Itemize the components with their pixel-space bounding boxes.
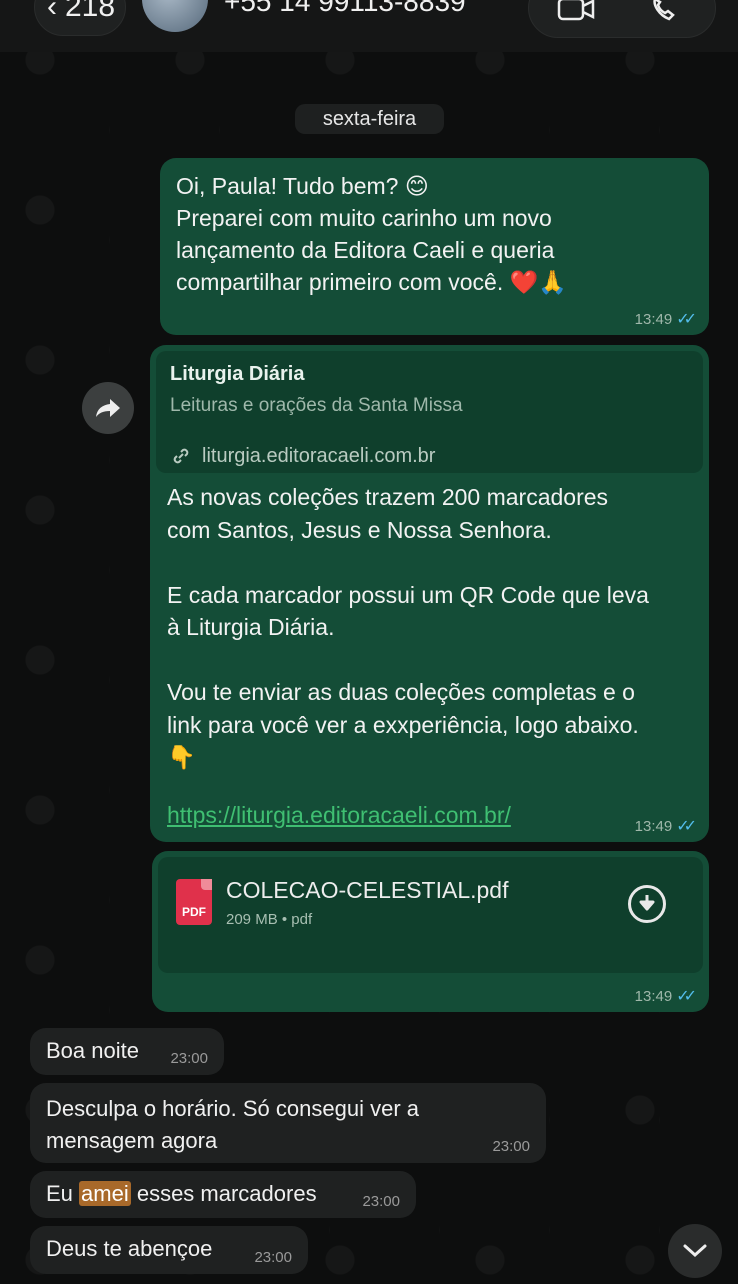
outgoing-message[interactable]: Oi, Paula! Tudo bem? 😊 Preparei com muit… xyxy=(160,158,709,335)
video-call-icon[interactable] xyxy=(557,0,597,25)
message-text-line xyxy=(167,546,697,579)
message-time: 13:49 xyxy=(634,817,673,835)
document-name: COLECAO-CELESTIAL.pdf xyxy=(226,877,509,903)
outgoing-message[interactable]: Liturgia Diária Leituras e orações da Sa… xyxy=(150,345,709,842)
incoming-message[interactable]: Eu amei esses marcadores 23:00 xyxy=(30,1171,416,1218)
message-text: Deus te abençoe xyxy=(46,1236,213,1261)
message-text-line: Desculpa o horário. Só consegui ver a xyxy=(46,1096,419,1121)
message-text-line: à Liturgia Diária. xyxy=(167,614,335,640)
message-text-line: E cada marcador possui um QR Code que le… xyxy=(167,581,649,608)
message-meta: 13:49 ✓✓ xyxy=(634,816,697,836)
message-text-line: mensagem agora xyxy=(46,1128,218,1153)
voice-call-icon[interactable] xyxy=(649,0,679,25)
message-text-line: com Santos, Jesus e Nossa Senhora. xyxy=(167,516,552,543)
contact-name[interactable]: +55 14 99113-8839 xyxy=(224,0,466,18)
link-preview-subtitle: Leituras e orações da Santa Missa xyxy=(170,395,463,416)
incoming-message[interactable]: Deus te abençoe 23:00 xyxy=(30,1226,308,1274)
message-text-line: Oi, Paula! Tudo bem? 😊 xyxy=(176,173,429,199)
message-time: 23:00 xyxy=(170,1050,208,1067)
message-time: 23:00 xyxy=(254,1249,292,1266)
unread-count: 218 xyxy=(65,0,116,23)
forward-button[interactable] xyxy=(82,382,134,434)
message-text-line: 👇 xyxy=(167,744,196,770)
download-icon xyxy=(639,895,655,911)
read-ticks-icon: ✓✓ xyxy=(676,311,697,328)
read-ticks-icon: ✓✓ xyxy=(676,818,697,835)
incoming-message[interactable]: Desculpa o horário. Só consegui ver a me… xyxy=(30,1083,546,1163)
message-time: 13:49 xyxy=(634,310,673,328)
link-preview-domain: liturgia.editoracaeli.com.br xyxy=(202,445,436,467)
message-time: 23:00 xyxy=(492,1138,530,1155)
outgoing-document-message[interactable]: PDF COLECAO-CELESTIAL.pdf 209 MB • pdf 1… xyxy=(152,851,709,1012)
scroll-to-bottom-button[interactable] xyxy=(668,1224,722,1278)
call-actions xyxy=(528,0,716,38)
message-text-line: Preparei com muito carinho um novo xyxy=(176,205,552,231)
read-ticks-icon: ✓✓ xyxy=(676,988,697,1005)
download-button[interactable] xyxy=(628,885,666,923)
message-text: Eu amei esses marcadores xyxy=(46,1181,317,1206)
document-card[interactable]: PDF COLECAO-CELESTIAL.pdf 209 MB • pdf xyxy=(158,857,703,973)
message-meta: 13:49 ✓✓ xyxy=(634,309,697,329)
chevron-down-icon xyxy=(683,1244,707,1258)
chevron-left-icon: ‹ xyxy=(47,0,57,23)
message-time: 23:00 xyxy=(362,1193,400,1210)
chat-header: ‹ 218 +55 14 99113-8839 xyxy=(0,0,738,52)
message-body: As novas coleções trazem 200 marcadores … xyxy=(167,481,697,774)
message-text-line: As novas coleções trazem 200 marcadores xyxy=(167,484,609,510)
message-text: Boa noite xyxy=(46,1038,139,1063)
back-button[interactable]: ‹ 218 xyxy=(34,0,126,36)
link-preview[interactable]: Liturgia Diária Leituras e orações da Sa… xyxy=(156,351,703,473)
link-preview-title: Liturgia Diária xyxy=(170,363,305,385)
avatar[interactable] xyxy=(142,0,208,32)
document-meta: 209 MB • pdf xyxy=(226,911,313,928)
message-text-line xyxy=(167,644,697,677)
message-text-line: lançamento da Editora Caeli e queria xyxy=(176,237,555,263)
message-text-line: link para você ver a exxperiência, logo … xyxy=(167,711,639,738)
message-time: 13:49 xyxy=(634,987,673,1005)
link-icon xyxy=(173,448,189,464)
message-meta: 13:49 ✓✓ xyxy=(634,986,697,1006)
forward-icon xyxy=(96,399,120,417)
date-separator: sexta-feira xyxy=(295,104,444,134)
message-link[interactable]: https://liturgia.editoracaeli.com.br/ xyxy=(167,802,511,829)
search-highlight: amei xyxy=(79,1181,131,1206)
pdf-file-icon: PDF xyxy=(176,879,212,925)
incoming-message[interactable]: Boa noite 23:00 xyxy=(30,1028,224,1075)
message-text-line: Vou te enviar as duas coleções completas… xyxy=(167,679,635,705)
message-text-line: compartilhar primeiro com você. ❤️🙏 xyxy=(176,269,567,295)
